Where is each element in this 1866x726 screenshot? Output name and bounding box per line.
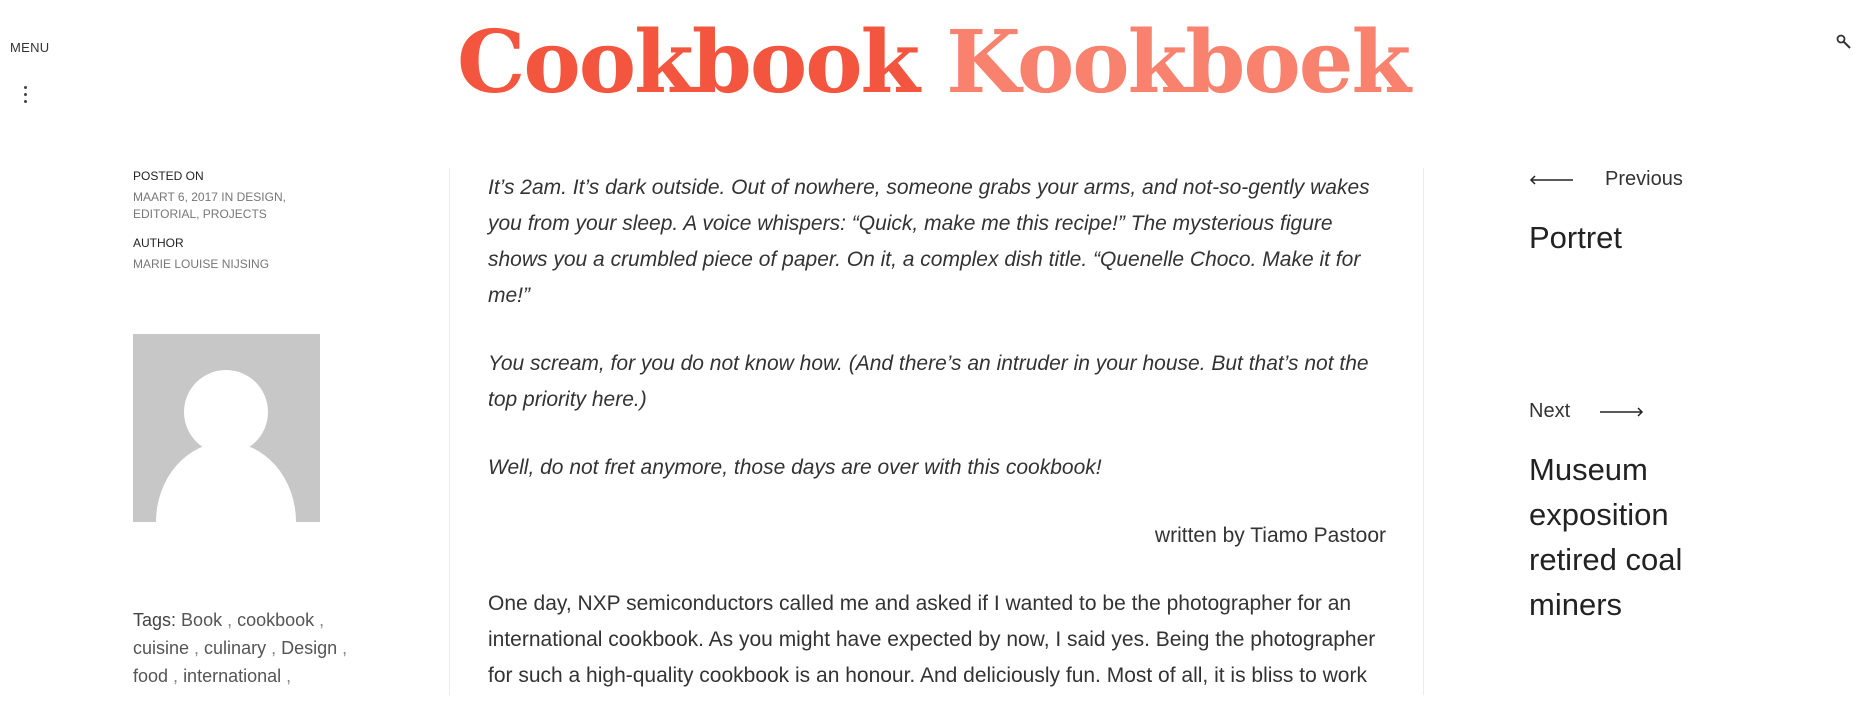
- tag-link[interactable]: international: [183, 666, 281, 686]
- previous-label[interactable]: Previous: [1605, 168, 1683, 191]
- intro-paragraph: It’s 2am. It’s dark outside. Out of nowh…: [488, 176, 1370, 307]
- posted-on-value[interactable]: MAART 6, 2017 IN DESIGN, EDITORIAL, PROJ…: [133, 189, 303, 223]
- tag-link[interactable]: Design: [281, 638, 337, 658]
- site-title-part1[interactable]: Cookbook: [457, 12, 920, 113]
- post-meta: POSTED ON MAART 6, 2017 IN DESIGN, EDITO…: [133, 168, 333, 285]
- tag-link[interactable]: culinary: [204, 638, 266, 658]
- previous-label-row[interactable]: Previous: [1529, 168, 1729, 191]
- author-label: AUTHOR: [133, 236, 184, 250]
- tag-separator: ,: [337, 638, 348, 658]
- next-label[interactable]: Next: [1529, 400, 1570, 423]
- body-paragraph: One day, NXP semiconductors called me an…: [488, 592, 1376, 687]
- tag-separator: ,: [266, 638, 282, 658]
- arrow-right-icon: [1600, 406, 1644, 417]
- site-title[interactable]: Cookbook Kookboek: [0, 20, 1866, 106]
- intro-paragraph: Well, do not fret anymore, those days ar…: [488, 456, 1102, 479]
- next-post-nav[interactable]: Next Museum exposition retired coal mine…: [1529, 400, 1729, 627]
- tags-label: Tags:: [133, 610, 177, 630]
- column-divider-right: [1423, 168, 1424, 695]
- tag-separator: ,: [281, 666, 292, 686]
- arrow-left-icon: [1529, 174, 1573, 185]
- tag-link[interactable]: cuisine: [133, 638, 189, 658]
- intro-paragraph: You scream, for you do not know how. (An…: [488, 352, 1369, 411]
- column-divider-left: [449, 168, 450, 695]
- posted-on-label: POSTED ON: [133, 169, 204, 183]
- article-content: It’s 2am. It’s dark outside. Out of nowh…: [488, 170, 1386, 726]
- tag-separator: ,: [168, 666, 184, 686]
- next-post-title[interactable]: Museum exposition retired coal miners: [1529, 447, 1729, 627]
- tag-separator: ,: [189, 638, 205, 658]
- tag-link[interactable]: Book: [181, 610, 222, 630]
- author-value[interactable]: MARIE LOUISE NIJSING: [133, 256, 333, 273]
- byline: written by Tiamo Pastoor: [1154, 524, 1386, 547]
- next-label-row[interactable]: Next: [1529, 400, 1729, 423]
- site-title-part2[interactable]: Kookboek: [946, 12, 1411, 113]
- tag-separator: ,: [222, 610, 238, 630]
- tags-list: Tags: Book , cookbook , cuisine , culina…: [133, 606, 358, 690]
- previous-post-title[interactable]: Portret: [1529, 215, 1729, 260]
- tag-separator: ,: [314, 610, 325, 630]
- previous-post-nav[interactable]: Previous Portret: [1529, 168, 1729, 260]
- tag-link[interactable]: cookbook: [237, 610, 314, 630]
- avatar-placeholder-icon: [133, 334, 320, 522]
- tag-link[interactable]: food: [133, 666, 168, 686]
